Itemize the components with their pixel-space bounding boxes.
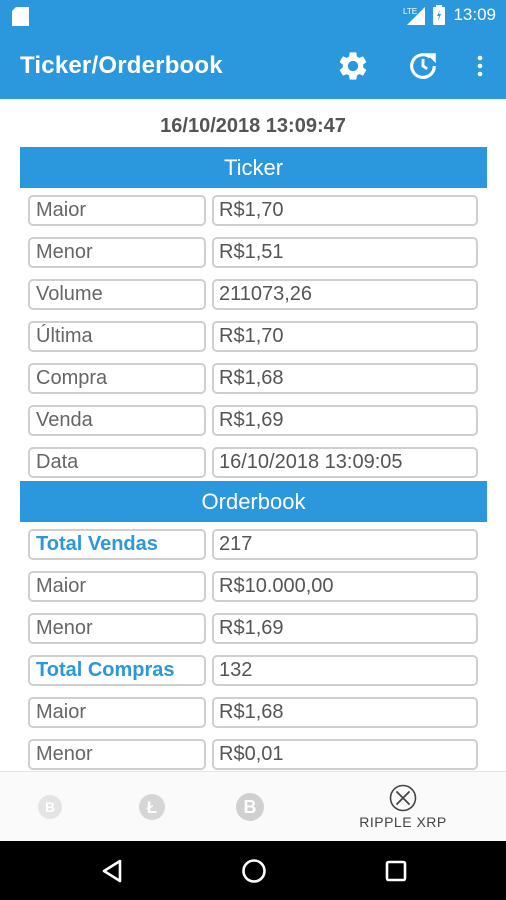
ticker-header: Ticker xyxy=(20,147,487,188)
field-label: Compra xyxy=(28,363,206,394)
back-button[interactable] xyxy=(97,856,127,886)
orderbook-row-vendas-menor: Menor R$1,69 xyxy=(28,613,480,644)
clock: 13:09 xyxy=(453,5,496,24)
ticker-row-maior: Maior R$1,70 xyxy=(28,195,480,226)
field-value[interactable]: R$1,51 xyxy=(212,237,478,268)
status-right: LTE 13:09 xyxy=(403,5,496,25)
system-navigation-bar xyxy=(0,841,506,900)
field-label: Venda xyxy=(28,405,206,436)
field-value[interactable]: 132 xyxy=(212,655,478,686)
field-label: Total Compras xyxy=(28,655,206,686)
field-label: Maior xyxy=(28,697,206,728)
field-label: Menor xyxy=(28,613,206,644)
svg-text:Ł: Ł xyxy=(147,798,157,817)
field-label: Maior xyxy=(28,195,206,226)
svg-text:B: B xyxy=(244,797,257,817)
orderbook-row-vendas-maior: Maior R$10.000,00 xyxy=(28,571,480,602)
status-bar: LTE 13:09 xyxy=(0,0,506,32)
ticker-row-menor: Menor R$1,51 xyxy=(28,237,480,268)
gear-icon xyxy=(339,52,367,80)
more-vert-icon xyxy=(477,55,483,77)
ticker-row-ultima: Última R$1,70 xyxy=(28,321,480,352)
field-label: Volume xyxy=(28,279,206,310)
bitcoin-icon: B xyxy=(236,793,264,821)
network-type-label: LTE xyxy=(403,7,417,16)
refresh-icon xyxy=(410,53,436,79)
orderbook-row-total-compras: Total Compras 132 xyxy=(28,655,480,686)
home-button[interactable] xyxy=(239,856,269,886)
nav-item-bitcoin-cash[interactable]: B xyxy=(30,772,70,842)
field-value[interactable]: 16/10/2018 13:09:05 xyxy=(212,447,478,478)
field-label: Menor xyxy=(28,237,206,268)
field-label: Última xyxy=(28,321,206,352)
nav-item-ripple[interactable]: RIPPLE XRP xyxy=(350,772,456,842)
field-value[interactable]: R$1,70 xyxy=(212,321,478,352)
orderbook-row-total-vendas: Total Vendas 217 xyxy=(28,529,480,560)
orderbook-header: Orderbook xyxy=(20,481,487,522)
refresh-button[interactable] xyxy=(403,46,443,86)
field-label: Data xyxy=(28,447,206,478)
last-update-timestamp: 16/10/2018 13:09:47 xyxy=(160,115,346,137)
field-value[interactable]: R$1,68 xyxy=(212,363,478,394)
recents-square-icon xyxy=(385,860,407,882)
recents-button[interactable] xyxy=(381,856,411,886)
ticker-row-compra: Compra R$1,68 xyxy=(28,363,480,394)
field-value[interactable]: 217 xyxy=(212,529,478,560)
nav-item-litecoin[interactable]: Ł xyxy=(132,772,172,842)
home-circle-icon xyxy=(242,859,266,883)
ticker-row-venda: Venda R$1,69 xyxy=(28,405,480,436)
settings-button[interactable] xyxy=(333,46,373,86)
sim-card-icon xyxy=(12,7,29,26)
bitcoin-cash-icon: B xyxy=(38,795,62,819)
nav-label-ripple: RIPPLE XRP xyxy=(359,814,447,830)
app-title: Ticker/Orderbook xyxy=(20,52,223,79)
ripple-icon xyxy=(389,784,417,812)
field-value[interactable]: R$10.000,00 xyxy=(212,571,478,602)
back-triangle-icon xyxy=(102,859,122,883)
field-value[interactable]: R$1,70 xyxy=(212,195,478,226)
field-value[interactable]: R$1,68 xyxy=(212,697,478,728)
field-value[interactable]: R$0,01 xyxy=(212,739,478,770)
field-label: Menor xyxy=(28,739,206,770)
app-bar: Ticker/Orderbook xyxy=(0,32,506,99)
field-label: Maior xyxy=(28,571,206,602)
nav-item-bitcoin[interactable]: B xyxy=(230,772,270,842)
lte-signal-icon: LTE xyxy=(403,7,426,25)
ticker-row-volume: Volume 211073,26 xyxy=(28,279,480,310)
orderbook-row-compras-menor: Menor R$0,01 xyxy=(28,739,480,770)
svg-text:B: B xyxy=(45,799,55,815)
field-value[interactable]: R$1,69 xyxy=(212,613,478,644)
field-value[interactable]: R$1,69 xyxy=(212,405,478,436)
field-value[interactable]: 211073,26 xyxy=(212,279,478,310)
field-label: Total Vendas xyxy=(28,529,206,560)
ticker-row-data: Data 16/10/2018 13:09:05 xyxy=(28,447,480,478)
battery-icon xyxy=(433,5,446,25)
overflow-menu-button[interactable] xyxy=(460,46,500,86)
bottom-navigation: B Ł B RIPPLE XRP xyxy=(0,771,506,841)
litecoin-icon: Ł xyxy=(139,794,165,820)
orderbook-row-compras-maior: Maior R$1,68 xyxy=(28,697,480,728)
